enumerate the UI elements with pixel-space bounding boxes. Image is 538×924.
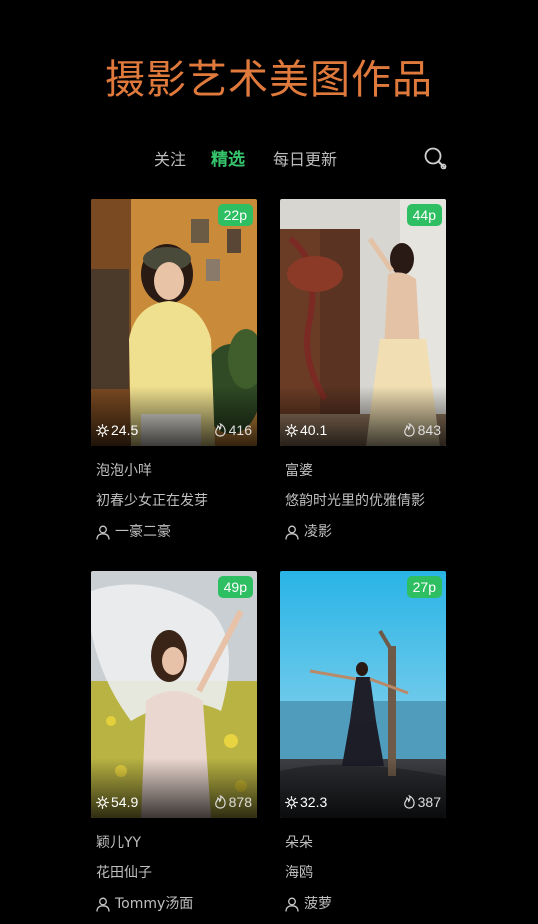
rating-stat: 24.5 xyxy=(96,421,138,439)
photo-count-badge: 44p xyxy=(406,204,442,226)
author-info[interactable]: Tommy汤面 xyxy=(96,894,193,914)
author-name: Tommy汤面 xyxy=(115,896,194,912)
rating-value: 24.5 xyxy=(111,422,139,438)
card-photo[interactable]: 22p 24.5 416 xyxy=(91,199,257,446)
user-icon xyxy=(285,897,299,912)
views-stat: 878 xyxy=(214,793,252,811)
views-stat: 843 xyxy=(403,421,441,439)
flame-icon xyxy=(403,423,415,437)
sun-icon xyxy=(96,795,109,809)
rating-stat: 32.3 xyxy=(285,793,327,811)
rating-value: 54.9 xyxy=(111,794,139,810)
author-name: 菠萝 xyxy=(304,896,332,912)
model-name[interactable]: 朵朵 xyxy=(285,833,313,853)
card-photo[interactable]: 49p 54.9 878 xyxy=(91,571,257,818)
tab-daily-update[interactable]: 每日更新 xyxy=(273,146,337,174)
flame-icon xyxy=(214,423,226,437)
views-value: 843 xyxy=(417,422,441,438)
views-stat: 416 xyxy=(214,421,252,439)
photo-count-badge: 49p xyxy=(217,576,253,598)
author-info[interactable]: 凌影 xyxy=(285,522,332,542)
photo-count-badge: 22p xyxy=(217,204,253,226)
sun-icon xyxy=(285,423,298,437)
author-name: 凌影 xyxy=(304,524,332,540)
tab-follow[interactable]: 关注 xyxy=(154,146,186,174)
page-title: 摄影艺术美图作品 xyxy=(105,57,433,103)
views-stat: 387 xyxy=(403,793,441,811)
user-icon xyxy=(96,525,110,540)
flame-icon xyxy=(403,795,415,809)
rating-stat: 54.9 xyxy=(96,793,138,811)
author-name: 一豪二豪 xyxy=(115,524,171,540)
album-title[interactable]: 初春少女正在发芽 xyxy=(96,491,208,511)
sun-icon xyxy=(285,795,298,809)
album-title[interactable]: 花田仙子 xyxy=(96,863,152,883)
author-info[interactable]: 菠萝 xyxy=(285,894,332,914)
album-title[interactable]: 悠韵时光里的优雅倩影 xyxy=(285,491,425,511)
card-photo[interactable]: 44p 40.1 843 xyxy=(280,199,446,446)
sun-icon xyxy=(96,423,109,437)
card-photo[interactable]: 27p 32.3 387 xyxy=(280,571,446,818)
search-icon[interactable] xyxy=(423,146,447,170)
model-name[interactable]: 泡泡小咩 xyxy=(96,461,152,481)
views-value: 416 xyxy=(228,422,252,438)
model-name[interactable]: 颖儿YY xyxy=(96,833,141,853)
user-icon xyxy=(96,897,110,912)
tab-featured[interactable]: 精选 xyxy=(211,146,245,174)
model-name[interactable]: 富婆 xyxy=(285,461,313,481)
rating-stat: 40.1 xyxy=(285,421,327,439)
tab-bar: 关注 精选 每日更新 xyxy=(0,146,538,174)
album-title[interactable]: 海鸥 xyxy=(285,863,313,883)
photo-count-badge: 27p xyxy=(406,576,442,598)
user-icon xyxy=(285,525,299,540)
flame-icon xyxy=(214,795,226,809)
views-value: 878 xyxy=(228,794,252,810)
rating-value: 32.3 xyxy=(300,794,328,810)
views-value: 387 xyxy=(417,794,441,810)
rating-value: 40.1 xyxy=(300,422,328,438)
author-info[interactable]: 一豪二豪 xyxy=(96,522,171,542)
